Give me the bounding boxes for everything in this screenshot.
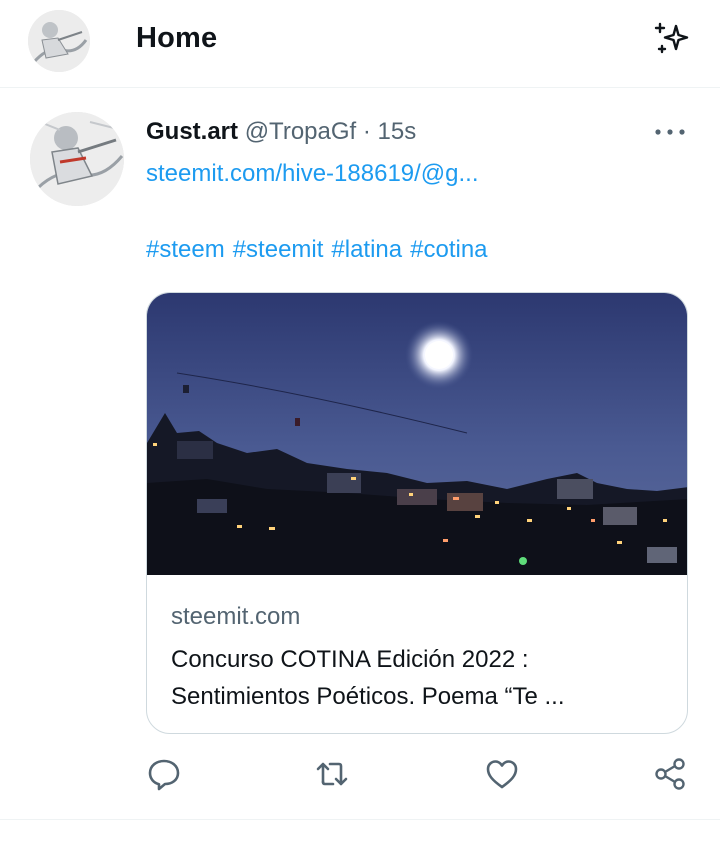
hashtag-latina[interactable]: #latina (331, 236, 402, 263)
author-avatar-image (30, 112, 124, 206)
tweet[interactable]: Gust.art @TropaGf · 15s steemit.com/hive… (0, 96, 720, 820)
top-header: Home (0, 0, 720, 88)
profile-avatar[interactable] (28, 10, 90, 72)
tweet-link[interactable]: steemit.com/hive-188619/@g... (146, 160, 479, 188)
retweet-icon[interactable] (314, 756, 350, 792)
tweet-actions (0, 756, 720, 796)
hashtag-steemit[interactable]: #steemit (233, 236, 324, 263)
more-icon[interactable] (652, 124, 688, 140)
night-city-image (147, 293, 687, 575)
tweet-time[interactable]: 15s (378, 118, 417, 145)
card-title: Concurso COTINA Edición 2022 : Sentimien… (171, 641, 671, 715)
avatar-sketch-image (28, 10, 90, 72)
hashtag-steem[interactable]: #steem (146, 236, 225, 263)
page-title: Home (136, 22, 218, 54)
card-title-line-1: Concurso COTINA Edición 2022 : (171, 646, 529, 673)
author-handle[interactable]: @TropaGf (245, 118, 357, 145)
share-icon[interactable] (652, 756, 688, 792)
hashtag-cotina[interactable]: #cotina (410, 236, 487, 263)
author-name[interactable]: Gust.art (146, 118, 238, 145)
reply-icon[interactable] (146, 756, 182, 792)
card-domain: steemit.com (171, 603, 301, 630)
sparkle-icon[interactable] (650, 18, 692, 60)
hashtag-list: #steem #steemit #latina #cotina (146, 236, 496, 264)
link-preview-card[interactable]: steemit.com Concurso COTINA Edición 2022… (146, 292, 688, 734)
card-title-line-2: Sentimientos Poéticos. Poema “Te ... (171, 683, 565, 710)
author-avatar[interactable] (30, 112, 124, 206)
tweet-header: Gust.art @TropaGf · 15s (146, 118, 416, 146)
like-icon[interactable] (484, 756, 520, 792)
separator-dot: · (362, 118, 371, 145)
